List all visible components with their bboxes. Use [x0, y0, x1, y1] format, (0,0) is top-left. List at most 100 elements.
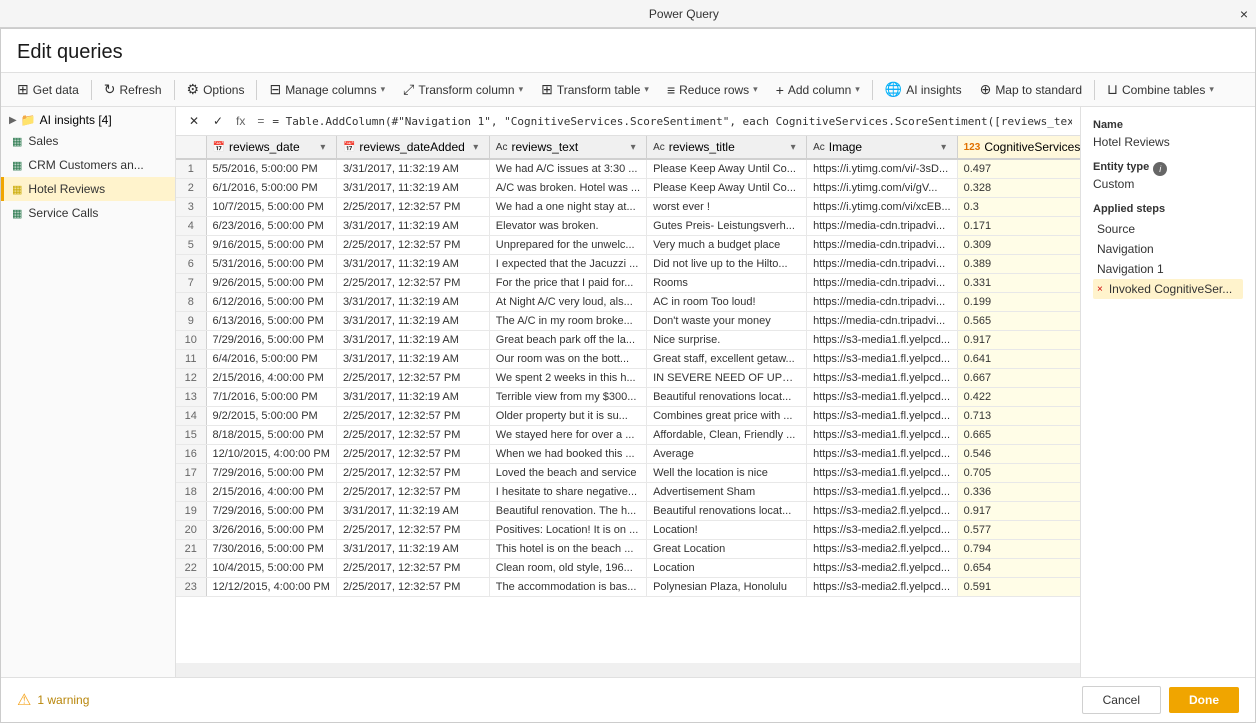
table-cell: 2/25/2017, 12:32:57 PM [336, 369, 489, 388]
query-item-label: Sales [28, 134, 58, 148]
col-header-reviews-date[interactable]: 📅 reviews_date ▾ [206, 136, 336, 159]
transform-table-button[interactable]: ⊞ Transform table ▾ [533, 77, 657, 102]
col-filter-button[interactable]: ▾ [469, 140, 483, 154]
row-number: 15 [176, 426, 206, 445]
cancel-button[interactable]: Cancel [1082, 686, 1161, 714]
step-label: Navigation [1097, 242, 1154, 256]
table-row[interactable]: 86/12/2016, 5:00:00 PM3/31/2017, 11:32:1… [176, 293, 1080, 312]
query-item-sales[interactable]: ▦ Sales [1, 129, 175, 153]
table-row[interactable]: 217/30/2016, 5:00:00 PM3/31/2017, 11:32:… [176, 540, 1080, 559]
col-header-cognitiveservices[interactable]: 123 CognitiveServices.... ▾ [957, 136, 1080, 159]
combine-tables-button[interactable]: ⊔ Combine tables ▾ [1099, 77, 1222, 102]
table-row[interactable]: 182/15/2016, 4:00:00 PM2/25/2017, 12:32:… [176, 483, 1080, 502]
row-number: 2 [176, 179, 206, 198]
add-column-icon: + [776, 82, 784, 98]
done-button[interactable]: Done [1169, 687, 1239, 713]
table-row[interactable]: 79/26/2015, 5:00:00 PM2/25/2017, 12:32:5… [176, 274, 1080, 293]
reduce-rows-button[interactable]: ≡ Reduce rows ▾ [659, 78, 766, 102]
step-item[interactable]: × Invoked CognitiveSer... [1093, 279, 1243, 299]
table-cell: Loved the beach and service [489, 464, 646, 483]
table-row[interactable]: 2312/12/2015, 4:00:00 PM2/25/2017, 12:32… [176, 578, 1080, 597]
table-cell: 0.641 [957, 350, 1080, 369]
query-item-service-calls[interactable]: ▦ Service Calls [1, 201, 175, 225]
table-row[interactable]: 107/29/2016, 5:00:00 PM3/31/2017, 11:32:… [176, 331, 1080, 350]
name-section: Name Hotel Reviews [1093, 119, 1243, 149]
add-column-button[interactable]: + Add column ▾ [768, 78, 868, 102]
table-cell: Great Location [647, 540, 807, 559]
table-icon: ▦ [12, 183, 22, 196]
formula-input[interactable]: = Table.AddColumn(#"Navigation 1", "Cogn… [272, 115, 1072, 128]
col-header-image[interactable]: Ac Image ▾ [807, 136, 958, 159]
manage-columns-button[interactable]: ⊟ Manage columns ▾ [261, 77, 393, 102]
map-to-standard-icon: ⊕ [980, 81, 992, 98]
table-icon: ▦ [12, 159, 22, 172]
toolbar-separator-5 [1094, 80, 1095, 100]
table-row[interactable]: 46/23/2016, 5:00:00 PM3/31/2017, 11:32:1… [176, 217, 1080, 236]
step-item[interactable]: Navigation 1 [1093, 259, 1243, 279]
step-label: Invoked CognitiveSer... [1109, 282, 1232, 296]
col-header-reviews-date-added[interactable]: 📅 reviews_dateAdded ▾ [336, 136, 489, 159]
table-cell: 2/25/2017, 12:32:57 PM [336, 578, 489, 597]
step-delete-icon[interactable]: × [1097, 284, 1103, 295]
col-filter-button[interactable]: ▾ [626, 140, 640, 154]
table-cell: 6/12/2016, 5:00:00 PM [206, 293, 336, 312]
step-item[interactable]: Navigation [1093, 239, 1243, 259]
horizontal-scrollbar[interactable] [176, 663, 1080, 677]
table-row[interactable]: 197/29/2016, 5:00:00 PM3/31/2017, 11:32:… [176, 502, 1080, 521]
table-cell: The accommodation is bas... [489, 578, 646, 597]
entity-type-info-icon[interactable]: i [1153, 162, 1167, 176]
table-row[interactable]: 65/31/2016, 5:00:00 PM3/31/2017, 11:32:1… [176, 255, 1080, 274]
row-number: 21 [176, 540, 206, 559]
steps-list: Source Navigation Navigation 1 × Invoked Cog… [1093, 219, 1243, 299]
options-button[interactable]: ⚙ Options [179, 77, 253, 102]
table-row[interactable]: 1612/10/2015, 4:00:00 PM2/25/2017, 12:32… [176, 445, 1080, 464]
table-cell: 3/31/2017, 11:32:19 AM [336, 388, 489, 407]
query-group-ai-insights[interactable]: ▶ 📁 AI insights [4] [1, 107, 175, 129]
formula-cancel-button[interactable]: ✕ [184, 111, 204, 131]
table-cell: 2/25/2017, 12:32:57 PM [336, 521, 489, 540]
table-cell: https://media-cdn.tripadvi... [807, 293, 958, 312]
data-grid[interactable]: 📅 reviews_date ▾ 📅 reviews_dateAdded ▾ [176, 136, 1080, 663]
table-row[interactable]: 122/15/2016, 4:00:00 PM2/25/2017, 12:32:… [176, 369, 1080, 388]
col-header-reviews-title[interactable]: Ac reviews_title ▾ [647, 136, 807, 159]
table-cell: Location [647, 559, 807, 578]
transform-column-button[interactable]: ⤢ Transform column ▾ [395, 77, 531, 102]
query-item-hotel-reviews[interactable]: ▦ Hotel Reviews [1, 177, 175, 201]
table-row[interactable]: 59/16/2015, 5:00:00 PM2/25/2017, 12:32:5… [176, 236, 1080, 255]
row-number: 13 [176, 388, 206, 407]
refresh-button[interactable]: ↻ Refresh [96, 77, 170, 102]
formula-accept-button[interactable]: ✓ [208, 111, 228, 131]
query-item-crm[interactable]: ▦ CRM Customers an... [1, 153, 175, 177]
table-cell: We had A/C issues at 3:30 ... [489, 159, 646, 179]
applied-steps-title: Applied steps [1093, 203, 1243, 215]
table-cell: https://i.ytimg.com/vi/gV... [807, 179, 958, 198]
get-data-button[interactable]: ⊞ Get data [9, 77, 87, 102]
step-item[interactable]: Source [1093, 219, 1243, 239]
table-row[interactable]: 2210/4/2015, 5:00:00 PM2/25/2017, 12:32:… [176, 559, 1080, 578]
close-button[interactable]: × [1240, 6, 1248, 22]
col-filter-button[interactable]: ▾ [937, 140, 951, 154]
table-cell: 0.171 [957, 217, 1080, 236]
table-cell: I hesitate to share negative... [489, 483, 646, 502]
table-row[interactable]: 203/26/2016, 5:00:00 PM2/25/2017, 12:32:… [176, 521, 1080, 540]
row-number: 1 [176, 159, 206, 179]
table-cell: Location! [647, 521, 807, 540]
ai-insights-button[interactable]: 🌐 AI insights [877, 77, 970, 102]
col-filter-button[interactable]: ▾ [786, 140, 800, 154]
table-row[interactable]: 116/4/2016, 5:00:00 PM3/31/2017, 11:32:1… [176, 350, 1080, 369]
table-cell: https://i.ytimg.com/vi/xcEB... [807, 198, 958, 217]
table-row[interactable]: 149/2/2015, 5:00:00 PM2/25/2017, 12:32:5… [176, 407, 1080, 426]
table-row[interactable]: 15/5/2016, 5:00:00 PM3/31/2017, 11:32:19… [176, 159, 1080, 179]
table-cell: 0.336 [957, 483, 1080, 502]
table-row[interactable]: 177/29/2016, 5:00:00 PM2/25/2017, 12:32:… [176, 464, 1080, 483]
table-row[interactable]: 158/18/2015, 5:00:00 PM2/25/2017, 12:32:… [176, 426, 1080, 445]
table-cell: When we had booked this ... [489, 445, 646, 464]
table-row[interactable]: 137/1/2016, 5:00:00 PM3/31/2017, 11:32:1… [176, 388, 1080, 407]
col-filter-button[interactable]: ▾ [316, 140, 330, 154]
col-header-reviews-text[interactable]: Ac reviews_text ▾ [489, 136, 646, 159]
table-row[interactable]: 96/13/2016, 5:00:00 PM3/31/2017, 11:32:1… [176, 312, 1080, 331]
map-to-standard-button[interactable]: ⊕ Map to standard [972, 77, 1090, 102]
table-row[interactable]: 310/7/2015, 5:00:00 PM2/25/2017, 12:32:5… [176, 198, 1080, 217]
table-cell: 0.199 [957, 293, 1080, 312]
table-row[interactable]: 26/1/2016, 5:00:00 PM3/31/2017, 11:32:19… [176, 179, 1080, 198]
